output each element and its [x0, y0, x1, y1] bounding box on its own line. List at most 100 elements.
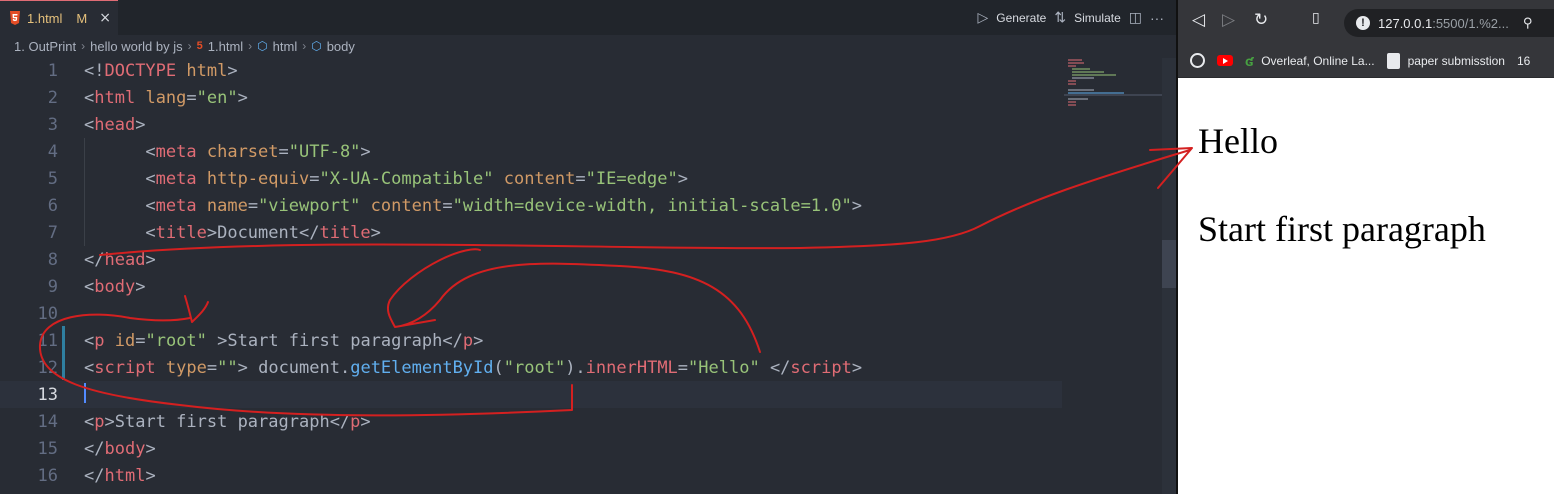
globe-icon[interactable] — [1190, 53, 1205, 68]
modified-badge: M — [76, 10, 88, 26]
breadcrumb-subfolder[interactable]: hello world by js — [90, 39, 183, 54]
git-change-indicator — [62, 326, 65, 380]
code-line: 5 <meta http-equiv="X-UA-Compatible" con… — [0, 165, 1062, 192]
tab-filename: 1.html — [27, 10, 63, 26]
rendered-paragraph: Start first paragraph — [1198, 209, 1486, 249]
line-number: 1 — [47, 60, 58, 81]
line-number: 13 — [37, 384, 58, 405]
line-number: 12 — [37, 357, 58, 378]
code-text: </html> — [84, 465, 156, 486]
line-number: 4 — [47, 141, 58, 162]
youtube-icon[interactable] — [1217, 55, 1233, 66]
address-bar[interactable]: ! 127.0.0.1:5500/1.%2... ⚲ — [1344, 9, 1554, 37]
breadcrumb-file[interactable]: 1.html — [208, 39, 243, 54]
code-text: <meta name="viewport" content="width=dev… — [84, 195, 862, 216]
symbol-element-icon: ⬡ — [257, 39, 268, 53]
symbol-element-icon: ⬡ — [311, 39, 322, 53]
split-editor-icon[interactable]: ◫ — [1129, 9, 1142, 26]
line-number: 9 — [47, 276, 58, 297]
page-icon — [1386, 52, 1400, 69]
chevron-right-icon: › — [302, 39, 307, 53]
code-line: 15 </body> — [0, 435, 1062, 462]
bookmark-paper-submission[interactable]: paper submisstion — [1386, 52, 1505, 69]
line-number: 14 — [37, 411, 58, 432]
bookmark-label: paper submisstion — [1407, 53, 1505, 68]
line-number: 5 — [47, 168, 58, 189]
line-number: 11 — [37, 330, 58, 351]
editor-actions: ▷ Generate ⇅ Simulate ◫ ··· — [978, 0, 1164, 35]
line-number: 15 — [37, 438, 58, 459]
code-text: <html lang="en"> — [84, 87, 248, 108]
reload-icon[interactable]: ↻ — [1254, 10, 1268, 30]
breadcrumb-html[interactable]: html — [273, 39, 298, 54]
line-number: 6 — [47, 195, 58, 216]
code-line: 10 — [0, 300, 1062, 327]
code-text: <body> — [84, 276, 146, 297]
code-text: <script type=""> document.getElementById… — [84, 357, 863, 378]
code-text: <title>Document</title> — [84, 222, 381, 243]
code-text: <p>Start first paragraph</p> — [84, 411, 371, 432]
chevron-right-icon: › — [81, 39, 86, 53]
code-text: </head> — [84, 249, 156, 270]
more-actions-icon[interactable]: ··· — [1150, 10, 1164, 26]
code-area[interactable]: 1 <!DOCTYPE html> 2 <html lang="en"> 3 <… — [0, 57, 1062, 489]
minimap[interactable] — [1064, 58, 1162, 118]
overleaf-icon: ʛ — [1245, 52, 1254, 69]
code-text: <!DOCTYPE html> — [84, 60, 238, 81]
breadcrumb-folder[interactable]: 1. OutPrint — [14, 39, 76, 54]
tab-1-html[interactable]: 1.html M × — [0, 0, 118, 35]
code-text: <meta http-equiv="X-UA-Compatible" conte… — [84, 168, 688, 189]
rendered-heading: Hello — [1198, 121, 1278, 161]
bookmark-icon[interactable]: ▯ — [1312, 10, 1320, 26]
code-line: 12 <script type=""> document.getElementB… — [0, 354, 1062, 381]
browser-window: ◁ ▷ ↻ ▯ ! 127.0.0.1:5500/1.%2... ⚲ ʛ Over… — [1176, 0, 1554, 494]
code-line: 14 <p>Start first paragraph</p> — [0, 408, 1062, 435]
chevron-right-icon: › — [187, 39, 192, 53]
chevron-right-icon: › — [248, 39, 253, 53]
line-number: 7 — [47, 222, 58, 243]
code-text: <meta charset="UTF-8"> — [84, 141, 371, 162]
bookmark-label: Overleaf, Online La... — [1261, 53, 1375, 68]
code-text: </body> — [84, 438, 156, 459]
bookmark-overflow[interactable]: 16 — [1517, 54, 1530, 68]
line-number: 3 — [47, 114, 58, 135]
code-line: 3 <head> — [0, 111, 1062, 138]
tab-bar: 1.html M × ▷ Generate ⇅ Simulate ◫ ··· — [0, 0, 1176, 35]
back-icon[interactable]: ◁ — [1192, 10, 1205, 30]
code-line: 8 </head> — [0, 246, 1062, 273]
breadcrumb: 1. OutPrint › hello world by js › 5 1.ht… — [0, 35, 1176, 57]
code-line: 2 <html lang="en"> — [0, 84, 1062, 111]
line-number: 8 — [47, 249, 58, 270]
bookmarks-bar: ʛ Overleaf, Online La... paper submisstio… — [1178, 44, 1554, 78]
code-text: <head> — [84, 114, 146, 135]
close-icon[interactable]: × — [99, 10, 111, 26]
code-line: 11 <p id="root" >Start first paragraph</… — [0, 327, 1062, 354]
zoom-icon[interactable]: ⚲ — [1523, 16, 1533, 31]
breadcrumb-body[interactable]: body — [327, 39, 355, 54]
play-icon[interactable]: ▷ — [978, 9, 989, 26]
code-editor: 1.html M × ▷ Generate ⇅ Simulate ◫ ··· 1… — [0, 0, 1176, 494]
line-number: 2 — [47, 87, 58, 108]
html5-icon: 5 — [196, 40, 203, 52]
code-text: <p id="root" >Start first paragraph</p> — [84, 330, 484, 351]
browser-toolbar: ◁ ▷ ↻ ▯ ! 127.0.0.1:5500/1.%2... ⚲ — [1178, 0, 1554, 44]
text-cursor — [84, 383, 86, 403]
code-line: 16 </html> — [0, 462, 1062, 489]
simulate-button[interactable]: Simulate — [1074, 11, 1121, 25]
git-compare-icon[interactable]: ⇅ — [1054, 9, 1066, 26]
code-line: 4 <meta charset="UTF-8"> — [0, 138, 1062, 165]
line-number: 10 — [37, 303, 58, 324]
url-text: 127.0.0.1:5500/1.%2... — [1378, 15, 1509, 31]
indent-guide — [84, 138, 85, 246]
code-line: 6 <meta name="viewport" content="width=d… — [0, 192, 1062, 219]
code-line-current: 13 — [0, 381, 1062, 408]
bookmark-overleaf[interactable]: ʛ Overleaf, Online La... — [1245, 53, 1375, 69]
info-icon[interactable]: ! — [1356, 16, 1370, 30]
generate-button[interactable]: Generate — [996, 11, 1046, 25]
scrollbar-thumb[interactable] — [1162, 240, 1176, 288]
html5-icon — [10, 11, 20, 25]
forward-icon[interactable]: ▷ — [1222, 10, 1235, 30]
bookmark-label: 16 — [1516, 53, 1531, 68]
code-line: 1 <!DOCTYPE html> — [0, 57, 1062, 84]
code-line: 7 <title>Document</title> — [0, 219, 1062, 246]
